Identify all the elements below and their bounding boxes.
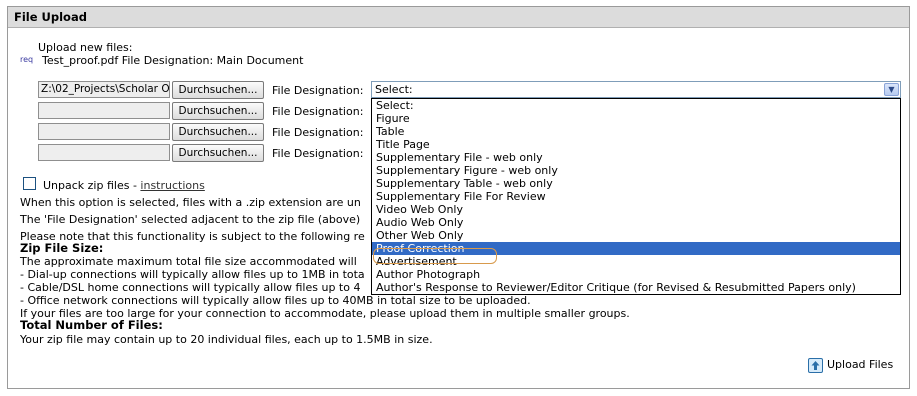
dropdown-option[interactable]: Supplementary File For Review <box>372 190 900 203</box>
chevron-down-icon[interactable]: ▼ <box>884 83 899 96</box>
note-line-4: The approximate maximum total file size … <box>20 255 357 268</box>
dropdown-option[interactable]: Video Web Only <box>372 203 900 216</box>
file-designation-dropdown: Select: Figure Table Title Page Suppleme… <box>371 98 901 295</box>
dropdown-option[interactable]: Supplementary Figure - web only <box>372 164 900 177</box>
select-value: Select: <box>375 83 413 96</box>
file-upload-panel: File Upload Upload new files: req Test_p… <box>7 6 910 389</box>
dropdown-option-highlighted[interactable]: Proof Correction <box>372 242 900 255</box>
browse-button-2[interactable]: Durchsuchen... <box>172 102 264 120</box>
dropdown-option[interactable]: Select: <box>372 99 900 112</box>
dropdown-option[interactable]: Supplementary File - web only <box>372 151 900 164</box>
unpack-zip-checkbox[interactable] <box>23 177 36 190</box>
dropdown-option[interactable]: Table <box>372 125 900 138</box>
dropdown-option[interactable]: Supplementary Table - web only <box>372 177 900 190</box>
note-line-2: The 'File Designation' selected adjacent… <box>20 213 361 226</box>
browse-button-3[interactable]: Durchsuchen... <box>172 123 264 141</box>
upload-arrow-icon <box>808 357 823 373</box>
file-path-input-1[interactable]: Z:\02_Projects\Scholar On <box>38 81 170 98</box>
dropdown-option[interactable]: Audio Web Only <box>372 216 900 229</box>
file-path-input-4[interactable] <box>38 144 170 161</box>
dropdown-option[interactable]: Title Page <box>372 138 900 151</box>
file-designation-label-2: File Designation: <box>272 105 364 118</box>
zip-size-heading: Zip File Size: <box>20 241 104 255</box>
unpack-zip-text: Unpack zip files - <box>43 179 141 192</box>
file-designation-select-1[interactable]: Select: ▼ <box>371 81 901 98</box>
upload-files-label: Upload Files <box>827 358 894 371</box>
dropdown-option[interactable]: Figure <box>372 112 900 125</box>
dropdown-option[interactable]: Advertisement <box>372 255 900 268</box>
note-line-7: - Office network connections will typica… <box>20 294 531 307</box>
file-path-input-2[interactable] <box>38 102 170 119</box>
browse-button-1[interactable]: Durchsuchen... <box>172 81 264 99</box>
existing-file-info: Test_proof.pdf File Designation: Main Do… <box>42 54 304 67</box>
dropdown-option[interactable]: Author's Response to Reviewer/Editor Cri… <box>372 281 900 294</box>
dropdown-option[interactable]: Author Photograph <box>372 268 900 281</box>
unpack-zip-label: Unpack zip files - instructions <box>43 179 205 192</box>
file-designation-label-3: File Designation: <box>272 126 364 139</box>
file-designation-label-4: File Designation: <box>272 147 364 160</box>
required-marker: req <box>20 55 34 64</box>
note-line-6: - Cable/DSL home connections will typica… <box>20 281 361 294</box>
browse-button-4[interactable]: Durchsuchen... <box>172 144 264 162</box>
note-line-5: - Dial-up connections will typically all… <box>20 268 365 281</box>
upload-new-label: Upload new files: <box>38 41 133 54</box>
dropdown-option[interactable]: Other Web Only <box>372 229 900 242</box>
instructions-link[interactable]: instructions <box>140 179 204 192</box>
panel-title: File Upload <box>8 7 909 28</box>
note-line-1: When this option is selected, files with… <box>20 196 361 209</box>
file-designation-label-1: File Designation: <box>272 84 364 97</box>
file-path-input-3[interactable] <box>38 123 170 140</box>
note-line-9: Your zip file may contain up to 20 indiv… <box>20 333 433 346</box>
upload-files-button[interactable]: Upload Files <box>808 356 893 376</box>
total-files-heading: Total Number of Files: <box>20 318 163 332</box>
